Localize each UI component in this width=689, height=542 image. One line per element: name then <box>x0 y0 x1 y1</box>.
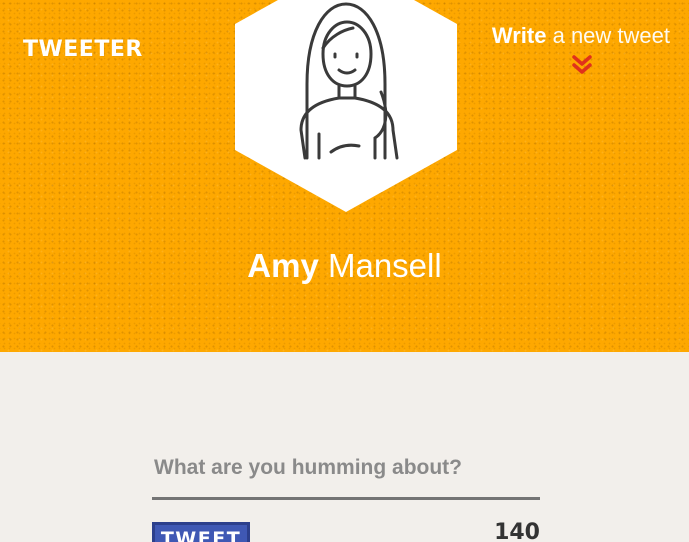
profile-first-name: Amy <box>247 247 319 284</box>
double-chevron-down-icon[interactable] <box>571 54 593 76</box>
tweet-input[interactable] <box>152 448 540 500</box>
profile-last-name: Mansell <box>327 247 442 284</box>
write-link-light: a new tweet <box>552 23 670 48</box>
logo[interactable]: TWEETER <box>23 37 143 62</box>
profile-name: Amy Mansell <box>0 246 689 286</box>
write-link-strong: Write <box>491 23 547 48</box>
header: TWEETER Write a new tweet Amy Mansell <box>0 0 689 352</box>
avatar-icon <box>235 0 457 212</box>
tweet-button[interactable]: TWEET <box>152 522 250 542</box>
avatar-hexagon <box>235 0 457 212</box>
compose-form: TWEET 140 <box>152 448 540 542</box>
character-count: 140 <box>494 520 540 542</box>
write-new-tweet-link[interactable]: Write a new tweet <box>492 22 670 50</box>
